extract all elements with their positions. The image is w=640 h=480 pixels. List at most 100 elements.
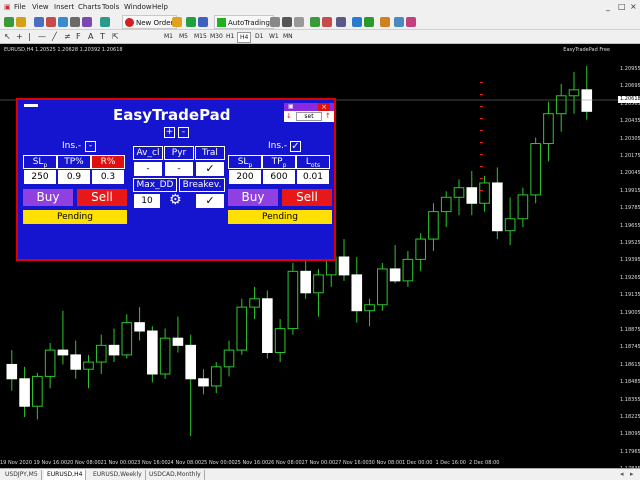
- settings-gear-icon[interactable]: ⚙: [169, 192, 182, 208]
- easytradepad-panel[interactable]: EasyTradePad ▣ × ↓ set ↑ + - Ins.- - SLp…: [16, 98, 336, 261]
- timeframe-m15[interactable]: M15: [192, 32, 209, 41]
- profiles-icon[interactable]: [16, 17, 26, 27]
- arrow-up-icon[interactable]: ↑: [325, 112, 331, 120]
- label-icon[interactable]: T: [100, 32, 105, 41]
- tile-windows-icon[interactable]: [336, 17, 346, 27]
- left-sell-button[interactable]: Sell: [77, 189, 127, 206]
- left-tp-header[interactable]: TP%: [57, 155, 91, 169]
- trailing-toggle[interactable]: Tral: [195, 146, 225, 160]
- market-watch-icon[interactable]: [34, 17, 44, 27]
- left-risk-header[interactable]: R%: [91, 155, 125, 169]
- menu-view[interactable]: View: [32, 3, 49, 11]
- left-sl-value[interactable]: 250: [24, 170, 56, 184]
- new-chart-icon[interactable]: [4, 17, 14, 27]
- arrow-down-icon[interactable]: ↓: [286, 112, 292, 120]
- right-pending-button[interactable]: Pending: [228, 210, 332, 224]
- fibonacci-icon[interactable]: F: [76, 32, 81, 41]
- timeframe-d1[interactable]: D1: [253, 32, 265, 41]
- tab-usdcad-monthly[interactable]: USDCAD,Monthly: [146, 470, 205, 480]
- market-icon[interactable]: [186, 17, 196, 27]
- left-buy-button[interactable]: Buy: [23, 189, 73, 206]
- periods-icon[interactable]: [394, 17, 404, 27]
- timeframe-m30[interactable]: M30: [208, 32, 225, 41]
- timeframe-mn[interactable]: MN: [281, 32, 295, 41]
- right-lots-header[interactable]: Lots: [296, 155, 330, 169]
- right-buy-button[interactable]: Buy: [228, 189, 278, 206]
- arrows-icon[interactable]: ⇱: [112, 32, 119, 41]
- left-sl-header[interactable]: SLp: [23, 155, 57, 169]
- channel-icon[interactable]: ≠: [64, 32, 71, 41]
- collapse-button[interactable]: -: [178, 127, 189, 138]
- pyramid-value[interactable]: -: [165, 162, 193, 176]
- timeframe-m5[interactable]: M5: [177, 32, 190, 41]
- screenshot-icon[interactable]: ▣: [288, 103, 296, 111]
- set-button[interactable]: set: [296, 112, 322, 121]
- line-chart-icon[interactable]: [294, 17, 304, 27]
- right-ins-checkbox[interactable]: ✓: [290, 141, 301, 152]
- strategy-tester-icon[interactable]: [82, 17, 92, 27]
- menu-charts[interactable]: Charts: [78, 3, 101, 11]
- menu-file[interactable]: File: [14, 3, 26, 11]
- metaeditor-icon[interactable]: [100, 17, 110, 27]
- new-order-button[interactable]: New Order: [122, 15, 178, 29]
- timeframe-h4[interactable]: H4: [237, 32, 252, 43]
- tab-eurusd-h4[interactable]: EURUSD,H4: [44, 470, 87, 480]
- menu-insert[interactable]: Insert: [54, 3, 74, 11]
- timeframe-h1[interactable]: H1: [224, 32, 236, 41]
- vertical-line-icon[interactable]: |: [28, 32, 31, 41]
- pyramid-toggle[interactable]: Pyr: [164, 146, 194, 160]
- minimize-button[interactable]: _: [606, 2, 610, 11]
- close-button[interactable]: ×: [630, 2, 637, 11]
- breakeven-checkbox[interactable]: ✓: [196, 194, 224, 208]
- right-tp-header[interactable]: TPp: [262, 155, 296, 169]
- cursor-icon[interactable]: ↖: [4, 32, 11, 41]
- breakeven-label[interactable]: Breakev.: [179, 178, 225, 192]
- tab-usdjpy-m5[interactable]: USDJPY,M5: [2, 470, 42, 480]
- chart-shift-icon[interactable]: [364, 17, 374, 27]
- expand-button[interactable]: +: [164, 127, 175, 138]
- bar-chart-icon[interactable]: [270, 17, 280, 27]
- left-tp-value[interactable]: 0.9: [58, 170, 90, 184]
- templates-icon[interactable]: [406, 17, 416, 27]
- left-pending-button[interactable]: Pending: [23, 210, 127, 224]
- candle: [504, 197, 516, 246]
- terminal-icon[interactable]: [70, 17, 80, 27]
- right-tp-value[interactable]: 600: [263, 170, 295, 184]
- tabs-scroll-left-icon[interactable]: ◂: [620, 470, 624, 478]
- text-icon[interactable]: A: [88, 32, 93, 41]
- right-lots-value[interactable]: 0.01: [297, 170, 329, 184]
- right-sell-button[interactable]: Sell: [282, 189, 332, 206]
- trendline-icon[interactable]: ╱: [52, 32, 57, 41]
- trailing-checkbox[interactable]: ✓: [196, 162, 224, 176]
- left-ins-toggle[interactable]: -: [85, 141, 96, 152]
- autoscroll-icon[interactable]: [352, 17, 362, 27]
- panel-close-button[interactable]: ×: [318, 103, 330, 111]
- minimize-panel-button[interactable]: [24, 104, 38, 107]
- average-close-value[interactable]: -: [134, 162, 162, 176]
- right-sl-value[interactable]: 200: [229, 170, 261, 184]
- zoom-out-icon[interactable]: [322, 17, 332, 27]
- menu-window[interactable]: Window: [124, 3, 152, 11]
- data-window-icon[interactable]: [46, 17, 56, 27]
- menu-help[interactable]: Help: [152, 3, 168, 11]
- navigator-icon[interactable]: [58, 17, 68, 27]
- candlestick-chart-icon[interactable]: [282, 17, 292, 27]
- max-drawdown-label[interactable]: Max_DD: [133, 178, 177, 192]
- zoom-in-icon[interactable]: [310, 17, 320, 27]
- left-risk-value[interactable]: 0.3: [92, 170, 124, 184]
- right-sl-header[interactable]: SLp: [228, 155, 262, 169]
- indicators-icon[interactable]: [380, 17, 390, 27]
- average-close-toggle[interactable]: Av_cl: [133, 146, 163, 160]
- timeframe-m1[interactable]: M1: [162, 32, 175, 41]
- horizontal-line-icon[interactable]: —: [38, 32, 46, 41]
- max-drawdown-value[interactable]: 10: [134, 194, 160, 208]
- menu-tools[interactable]: Tools: [102, 3, 119, 11]
- tabs-scroll-right-icon[interactable]: ▸: [630, 470, 634, 478]
- signals-icon[interactable]: [172, 17, 182, 27]
- restore-button[interactable]: □: [618, 2, 626, 11]
- autotrading-button[interactable]: AutoTrading: [214, 15, 274, 29]
- timeframe-w1[interactable]: W1: [267, 32, 281, 41]
- crosshair-icon[interactable]: +: [16, 32, 23, 41]
- vps-icon[interactable]: [198, 17, 208, 27]
- tab-eurusd-weekly[interactable]: EURUSD,Weekly: [90, 470, 146, 480]
